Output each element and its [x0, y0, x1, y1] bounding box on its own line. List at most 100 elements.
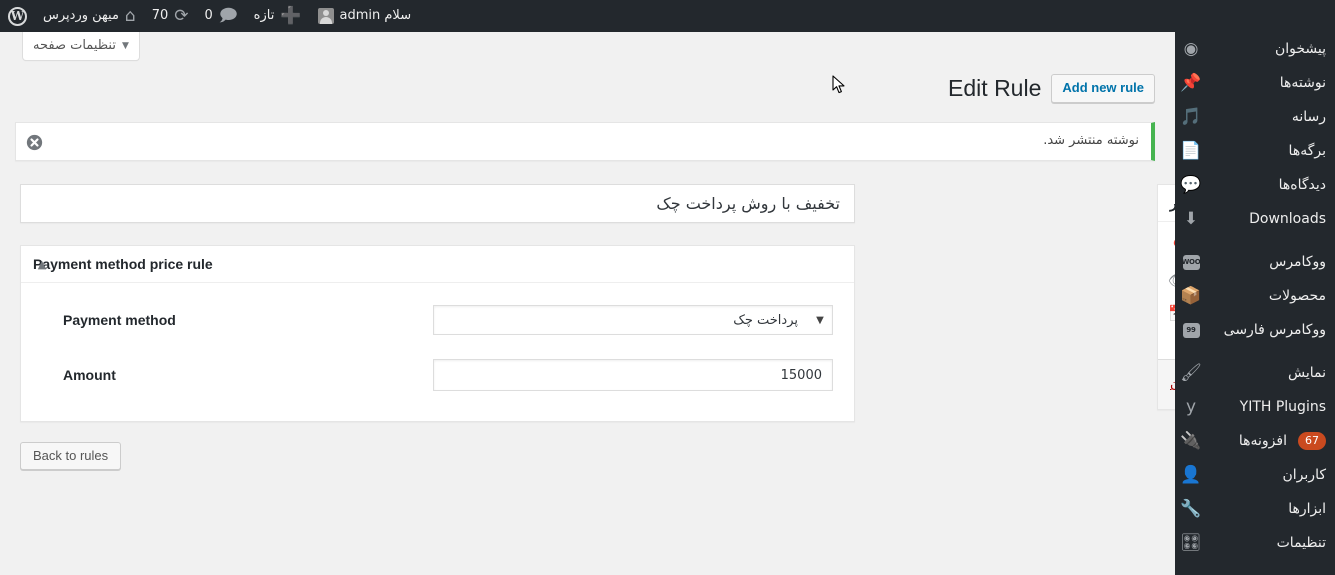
new-content-label: تازه [253, 8, 275, 23]
sidebar-item-9[interactable]: 99 ووکامرس فارسی [1175, 313, 1335, 347]
page-header: Edit Rule Add new rule [948, 74, 1155, 104]
payment-method-row: Payment method ▼ پرداخت چک [33, 305, 842, 335]
sidebar-item-label: رسانه [1291, 109, 1326, 125]
adminbar-updates[interactable]: ⟳ 70 [144, 0, 197, 32]
comment-icon: 🗩 [218, 5, 238, 26]
sidebar-item-label: نمایش [1287, 365, 1326, 381]
chevron-down-icon: ▼ [816, 314, 824, 326]
home-icon: ⌂ [124, 5, 136, 26]
download-icon: ⬇ [1183, 208, 1199, 229]
payment-method-value: پرداخت چک [733, 312, 798, 328]
sidebar-item-label: نوشته‌ها [1279, 75, 1326, 91]
sidebar-item-label: محصولات [1268, 288, 1326, 304]
plugin-plug-icon: 🔌 [1180, 430, 1202, 451]
sidebar-item-label: پیشخوان [1274, 41, 1326, 57]
howdy-label: سلام admin [339, 8, 412, 23]
adminbar-comments[interactable]: 🗩 0 [197, 0, 246, 32]
woocommerce-farsi-icon: 99 [1181, 322, 1201, 338]
sidebar-item-6[interactable]: ⬇ Downloads [1175, 202, 1335, 236]
collapse-caret-icon[interactable]: ▲ [27, 246, 57, 283]
woocommerce-farsi-icon-glyph: 99 [1182, 322, 1200, 338]
sidebar-item-14[interactable]: 🔧 ابزارها [1175, 492, 1335, 526]
plus-icon: ➕ [280, 5, 302, 26]
sidebar-item-label: تنظیمات [1276, 535, 1326, 551]
sidebar-item-1[interactable]: ◉ پیشخوان [1175, 32, 1335, 66]
adminbar-my-account[interactable]: سلام admin [310, 0, 420, 32]
sidebar-item-13[interactable]: 👤 کاربران [1175, 458, 1335, 492]
appearance-brush-icon: 🖌 [1180, 362, 1202, 383]
sidebar-item-label: ووکامرس [1269, 254, 1326, 270]
payment-rule-form: Payment method ▼ پرداخت چک Amount [21, 283, 854, 421]
site-name-label: میهن وردپرس [43, 8, 119, 23]
payment-rule-metabox-header: Payment method price rule ▲ [21, 246, 854, 283]
footer-actions: Back to rules [20, 442, 855, 470]
amount-row: Amount [33, 359, 842, 391]
payment-method-label: Payment method [63, 312, 176, 328]
admin-sidebar-menu: ◉ پیشخوان 📌 نوشته‌ها 🎵 رسانه 📄 برگه‌ها 💬 دیدگاه‌ه… [1175, 32, 1335, 575]
sidebar-separator [1175, 236, 1335, 245]
sidebar-item-10[interactable]: 🖌 نمایش [1175, 356, 1335, 390]
yith-icon: y [1185, 396, 1197, 417]
updates-count: 70 [151, 8, 169, 23]
add-new-rule-button[interactable]: Add new rule [1051, 74, 1155, 104]
sidebar-separator [1175, 347, 1335, 356]
sidebar-item-label: برگه‌ها [1288, 143, 1326, 159]
sidebar-item-label: دیدگاه‌ها [1278, 177, 1326, 193]
dashboard-icon: ◉ [1183, 38, 1199, 59]
payment-rule-metabox-title: Payment method price rule [33, 256, 213, 272]
amount-input[interactable] [433, 359, 833, 391]
back-to-rules-button[interactable]: Back to rules [20, 442, 122, 470]
sidebar-item-label: ووکامرس فارسی [1223, 322, 1326, 338]
dismiss-circle-icon [26, 134, 42, 150]
sidebar-item-label: کاربران [1282, 467, 1326, 483]
main-column: Payment method price rule ▲ Payment meth… [20, 184, 855, 470]
sidebar-item-8[interactable]: 📦 محصولات [1175, 279, 1335, 313]
notice-dismiss-button[interactable] [23, 131, 45, 153]
pin-icon: 📌 [1180, 72, 1202, 93]
chevron-down-icon: ▼ [121, 40, 129, 51]
products-box-icon: 📦 [1180, 285, 1202, 306]
content-wrap: تنظیمات صفحه ▼ Edit Rule Add new rule نو… [0, 32, 1335, 575]
comments-count: 0 [204, 8, 213, 23]
admin-bar: W ⌂ میهن وردپرس ⟳ 70 🗩 0 ➕ تازه سلام adm… [0, 0, 1335, 32]
sidebar-item-7[interactable]: WOO ووکامرس [1175, 245, 1335, 279]
updates-icon: ⟳ [174, 5, 189, 26]
wordpress-logo-icon: W [8, 6, 27, 26]
sidebar-item-4[interactable]: 📄 برگه‌ها [1175, 134, 1335, 168]
sidebar-item-15[interactable]: 🎛 تنظیمات [1175, 526, 1335, 560]
screen-meta-links: تنظیمات صفحه ▼ [0, 32, 1175, 61]
sidebar-item-12[interactable]: 🔌 افزونه‌ها 67 [1175, 424, 1335, 458]
sidebar-item-label: YITH Plugins [1239, 399, 1326, 415]
notice-message: نوشته منتشر شد. [1043, 133, 1139, 148]
users-icon: 👤 [1180, 464, 1202, 485]
sidebar-item-11[interactable]: y YITH Plugins [1175, 390, 1335, 424]
screen-options-label: تنظیمات صفحه [33, 38, 116, 53]
sidebar-item-label: ابزارها [1288, 501, 1326, 517]
media-icon: 🎵 [1180, 106, 1202, 127]
payment-rule-metabox: Payment method price rule ▲ Payment meth… [20, 245, 855, 422]
adminbar-site-name[interactable]: ⌂ میهن وردپرس [35, 0, 144, 32]
pages-icon: 📄 [1180, 140, 1202, 161]
sidebar-item-5[interactable]: 💬 دیدگاه‌ها [1175, 168, 1335, 202]
woocommerce-icon: WOO [1181, 254, 1201, 270]
adminbar-new-content[interactable]: ➕ تازه [246, 0, 310, 32]
amount-label: Amount [63, 367, 116, 383]
admin-screen: W ⌂ میهن وردپرس ⟳ 70 🗩 0 ➕ تازه سلام adm… [0, 0, 1335, 575]
sidebar-item-2[interactable]: 📌 نوشته‌ها [1175, 66, 1335, 100]
success-notice: نوشته منتشر شد. [15, 122, 1155, 161]
plugin-update-badge: 67 [1298, 431, 1326, 451]
screen-options-tab[interactable]: تنظیمات صفحه ▼ [22, 32, 140, 61]
sidebar-item-3[interactable]: 🎵 رسانه [1175, 100, 1335, 134]
comment-icon: 💬 [1180, 174, 1202, 195]
avatar [317, 8, 334, 24]
payment-method-select[interactable]: ▼ پرداخت چک [433, 305, 833, 335]
settings-sliders-icon: 🎛 [1180, 532, 1202, 553]
woocommerce-icon-glyph: WOO [1182, 254, 1201, 270]
post-title-wrap [20, 184, 855, 223]
sidebar-item-label: Downloads [1249, 211, 1326, 227]
tools-wrench-icon: 🔧 [1180, 498, 1202, 519]
page-title: Edit Rule [948, 75, 1042, 102]
post-title-input[interactable] [21, 194, 854, 213]
sidebar-item-label: افزونه‌ها [1238, 433, 1287, 449]
adminbar-wp-logo[interactable]: W [0, 0, 35, 32]
